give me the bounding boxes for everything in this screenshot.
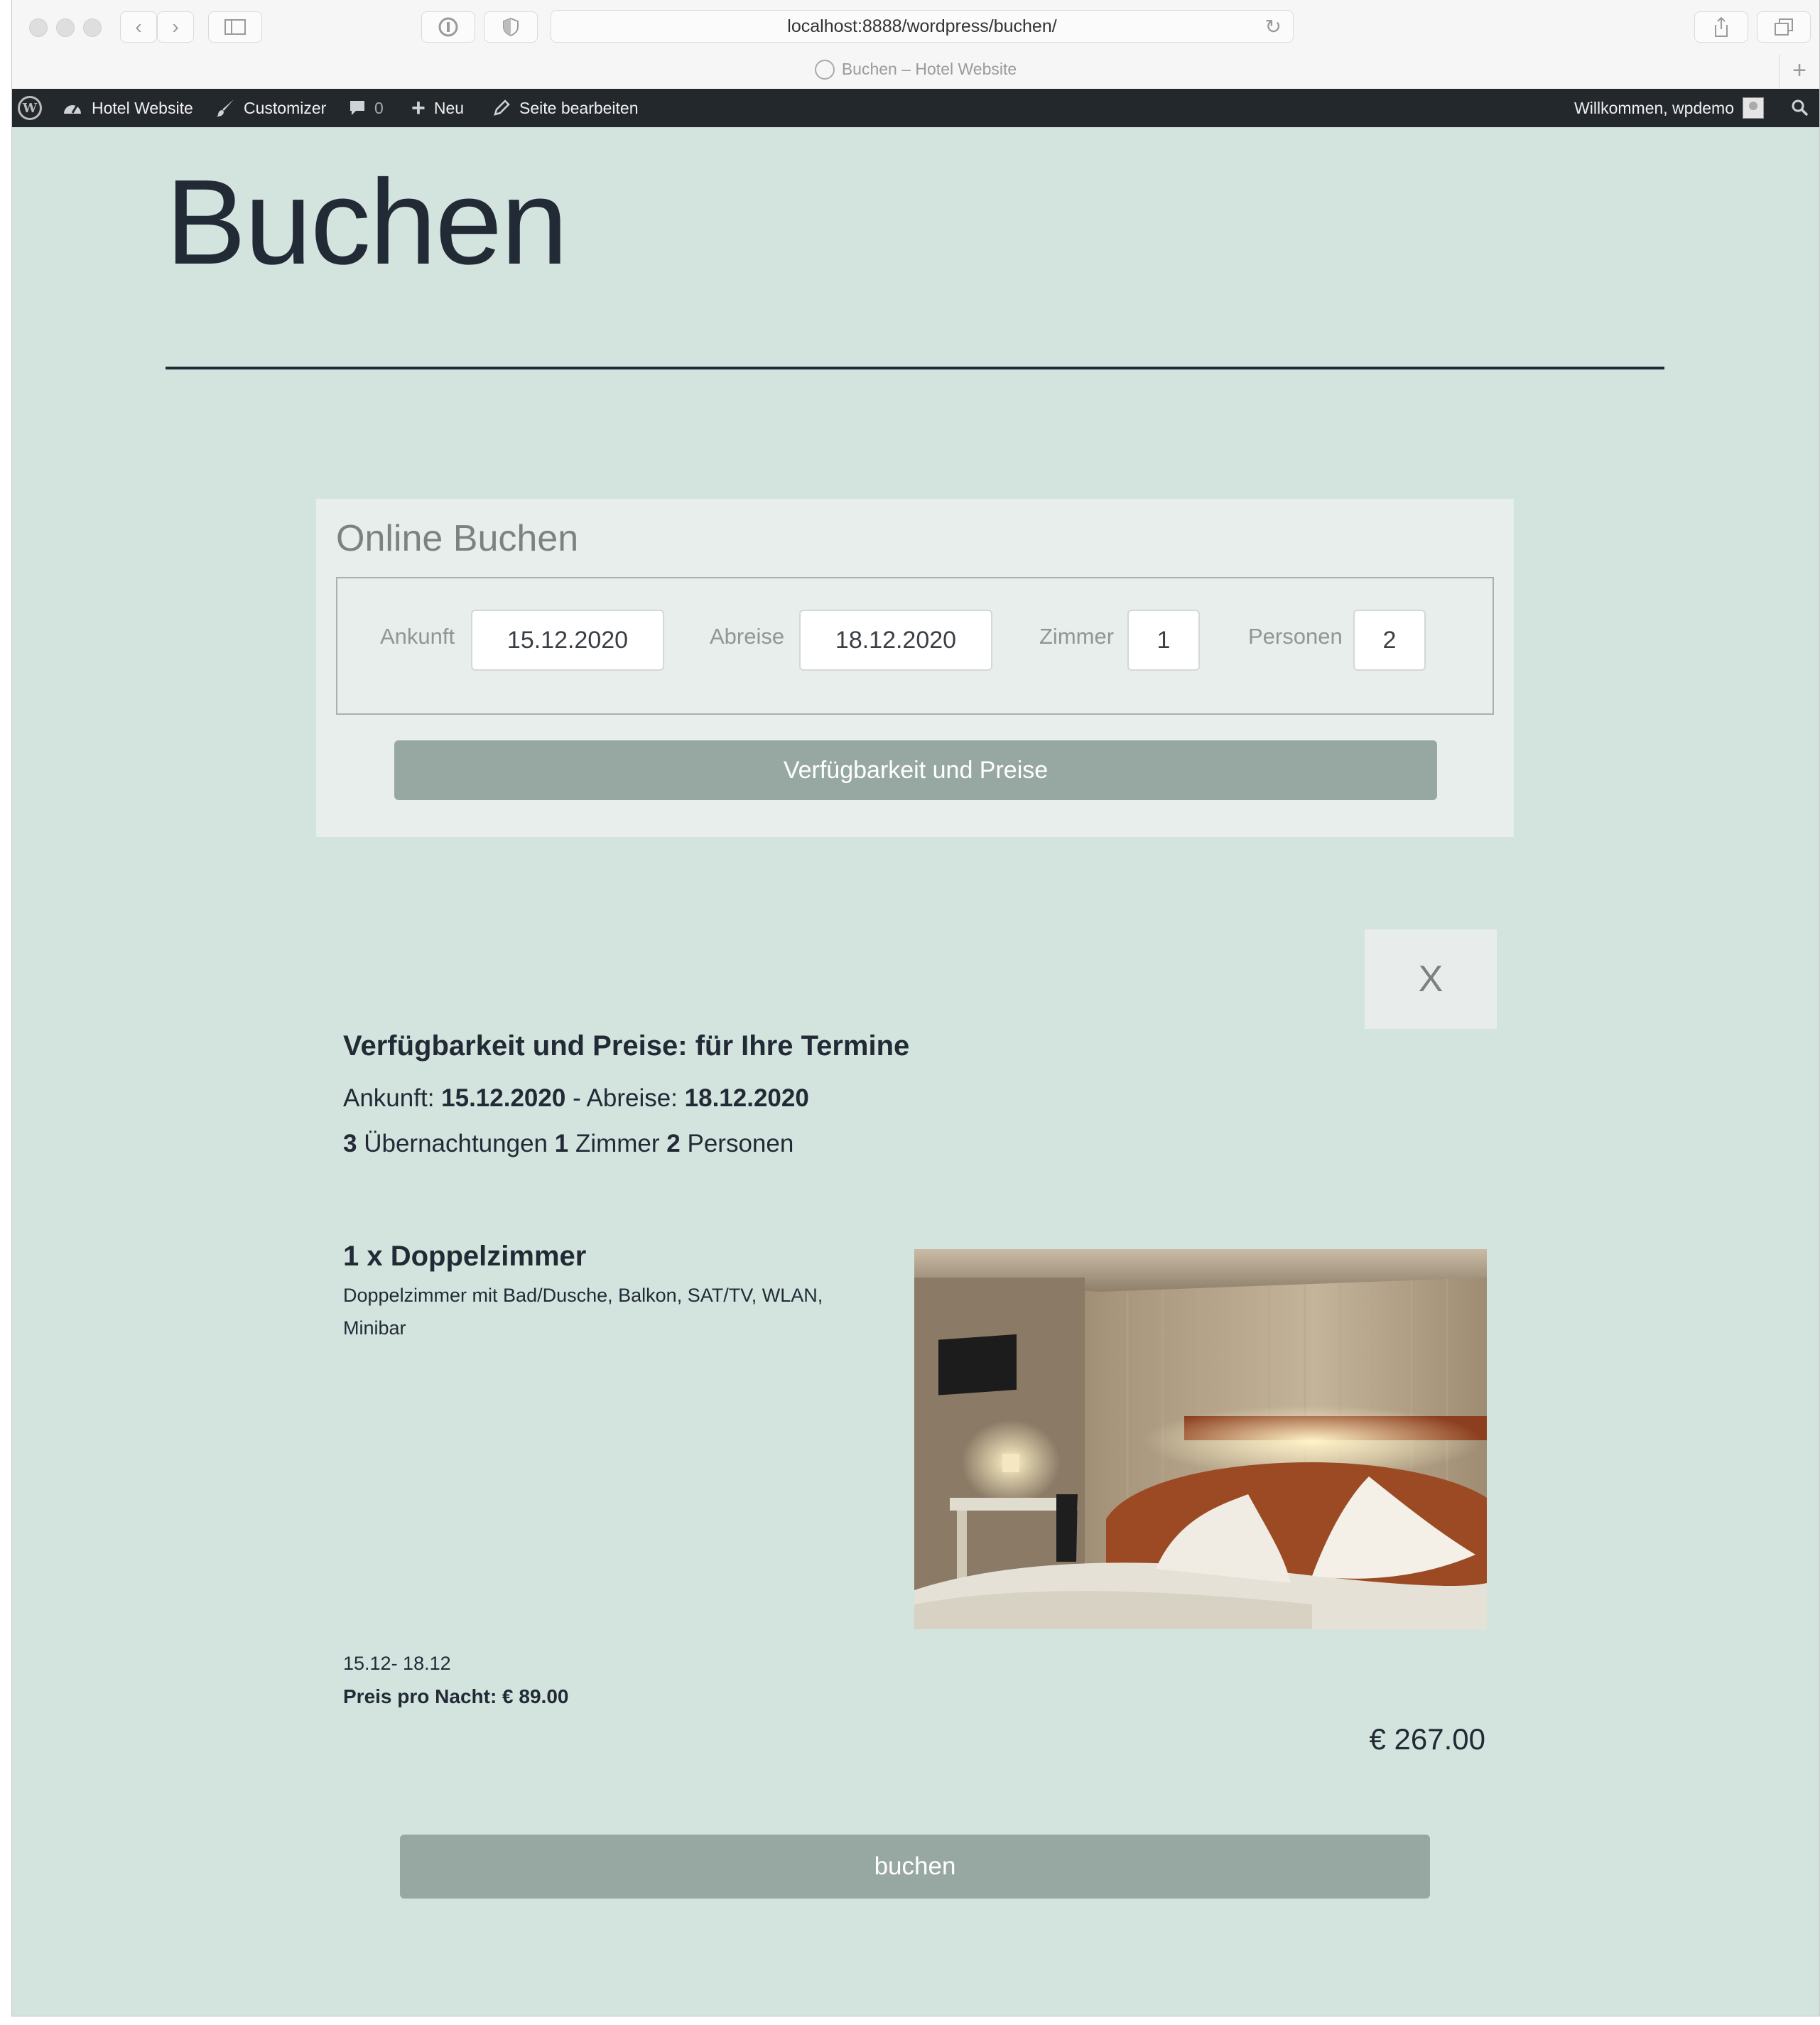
tabs-icon	[1775, 18, 1793, 36]
welcome-text: Willkommen, wpdemo	[1574, 98, 1734, 117]
comment-bubble-icon	[350, 101, 364, 115]
tab-title: Buchen – Hotel Website	[841, 60, 1017, 78]
rooms-count: 1	[554, 1130, 569, 1157]
book-button[interactable]: buchen	[400, 1835, 1430, 1899]
account-menu[interactable]: Willkommen, wpdemo	[1574, 89, 1764, 127]
persons-label: Personen	[1248, 624, 1343, 649]
maximize-window-button[interactable]	[83, 18, 102, 37]
total-price: € 267.00	[1369, 1722, 1486, 1756]
browser-toolbar: ‹ › localhost:8888/wordpress/buchen/ ↻ B…	[12, 0, 1819, 90]
wordpress-favicon-icon	[814, 60, 835, 80]
sidebar-button[interactable]	[208, 11, 262, 43]
stay-dates: 15.12- 18.12	[343, 1653, 451, 1674]
active-tab[interactable]: Buchen – Hotel Website	[12, 60, 1819, 80]
results-separator: - Abreise:	[573, 1084, 678, 1112]
nights-label: Übernachtungen	[364, 1130, 548, 1157]
password-manager-button[interactable]	[421, 11, 475, 43]
chevron-left-icon: ‹	[135, 16, 142, 38]
tabs-overview-button[interactable]	[1757, 11, 1811, 43]
booking-heading: Online Buchen	[336, 518, 579, 559]
booking-fieldset: Ankunft Abreise Zimmer Personen	[336, 577, 1494, 715]
results-departure-value: 18.12.2020	[684, 1084, 809, 1112]
pencil-icon	[494, 99, 510, 116]
arrival-label: Ankunft	[380, 624, 455, 649]
browser-window: ‹ › localhost:8888/wordpress/buchen/ ↻ B…	[11, 0, 1820, 2016]
site-name-menu[interactable]: Hotel Website	[62, 89, 193, 127]
admin-search-button[interactable]	[1791, 89, 1809, 127]
minimize-window-button[interactable]	[56, 18, 75, 37]
results-arrival-label: Ankunft:	[343, 1084, 435, 1112]
edit-page-label: Seite bearbeiten	[519, 98, 639, 117]
wordpress-logo-icon: W	[18, 96, 42, 120]
close-results-button[interactable]: X	[1365, 929, 1497, 1029]
check-availability-button[interactable]: Verfügbarkeit und Preise	[394, 740, 1437, 800]
page-title: Buchen	[166, 155, 568, 290]
close-window-button[interactable]	[29, 18, 48, 37]
wp-admin-bar: W Hotel Website Customizer 0 + Neu Seite…	[12, 89, 1819, 127]
hotel-room-image	[914, 1249, 1487, 1629]
sidebar-icon	[224, 19, 246, 35]
rooms-label: Zimmer	[1039, 624, 1115, 649]
departure-label: Abreise	[710, 624, 785, 649]
new-label: Neu	[433, 98, 465, 117]
share-icon	[1715, 16, 1728, 37]
back-button[interactable]: ‹	[120, 11, 157, 43]
departure-date-input[interactable]	[799, 610, 992, 671]
site-name: Hotel Website	[92, 98, 193, 117]
search-icon	[1792, 99, 1809, 117]
privacy-shield-button[interactable]	[484, 11, 538, 43]
comments-count: 0	[374, 98, 384, 117]
paintbrush-icon	[217, 99, 234, 117]
results-title: Verfügbarkeit und Preise: für Ihre Termi…	[343, 1030, 910, 1062]
share-button[interactable]	[1694, 11, 1748, 43]
title-divider	[166, 367, 1664, 369]
shield-icon	[503, 17, 519, 37]
results-arrival-value: 15.12.2020	[441, 1084, 566, 1112]
arrival-date-input[interactable]	[471, 610, 664, 671]
nights-count: 3	[343, 1130, 357, 1157]
customizer-label: Customizer	[244, 98, 327, 117]
rooms-summary-label: Zimmer	[575, 1130, 660, 1157]
plus-icon: +	[1792, 57, 1807, 84]
address-text: localhost:8888/wordpress/buchen/	[787, 16, 1057, 36]
room-photo	[914, 1249, 1487, 1629]
password-manager-icon	[438, 17, 458, 37]
room-title: 1 x Doppelzimmer	[343, 1241, 587, 1272]
results-summary: 3 Übernachtungen 1 Zimmer 2 Personen	[343, 1130, 793, 1158]
new-content-menu[interactable]: + Neu	[411, 89, 464, 127]
persons-summary-label: Personen	[687, 1130, 794, 1157]
reload-icon[interactable]: ↻	[1265, 15, 1282, 38]
plus-icon: +	[411, 94, 426, 122]
address-bar[interactable]: localhost:8888/wordpress/buchen/ ↻	[551, 10, 1294, 43]
customizer-link[interactable]: Customizer	[215, 89, 326, 127]
wp-logo-menu[interactable]: W	[18, 89, 42, 127]
edit-page-link[interactable]: Seite bearbeiten	[492, 89, 639, 127]
new-tab-button[interactable]: +	[1779, 54, 1819, 88]
online-booking-form: Online Buchen Ankunft Abreise Zimmer Per…	[316, 499, 1514, 837]
dashboard-gauge-icon	[64, 105, 81, 114]
comments-link[interactable]: 0	[349, 89, 384, 127]
chevron-right-icon: ›	[172, 16, 179, 38]
rooms-input[interactable]	[1127, 610, 1200, 671]
results-dates: Ankunft: 15.12.2020 - Abreise: 18.12.202…	[343, 1084, 809, 1113]
room-description: Doppelzimmer mit Bad/Dusche, Balkon, SAT…	[343, 1285, 823, 1339]
forward-button[interactable]: ›	[157, 11, 194, 43]
price-per-night: Preis pro Nacht: € 89.00	[343, 1685, 569, 1707]
persons-input[interactable]	[1353, 610, 1426, 671]
persons-count: 2	[666, 1130, 681, 1157]
avatar	[1743, 97, 1764, 119]
